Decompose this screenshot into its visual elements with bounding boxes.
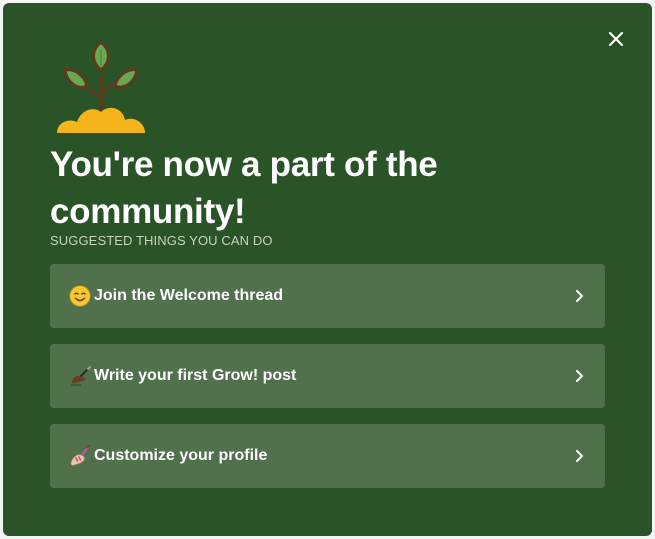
smiling-face-icon bbox=[69, 285, 91, 307]
page-title: You're now a part of the community! bbox=[50, 145, 438, 231]
write-first-post-button[interactable]: Write your first Grow! post bbox=[50, 344, 605, 408]
close-icon[interactable] bbox=[605, 28, 627, 50]
chevron-right-icon bbox=[575, 369, 585, 383]
action-label: Write your first Grow! post bbox=[94, 367, 297, 384]
chevron-right-icon bbox=[575, 449, 585, 463]
chevron-right-icon bbox=[575, 289, 585, 303]
nail-polish-icon bbox=[69, 445, 91, 467]
customize-profile-button[interactable]: Customize your profile bbox=[50, 424, 605, 488]
sprout-icon bbox=[53, 36, 149, 136]
welcome-modal: You're now a part of the community! SUGG… bbox=[3, 3, 652, 536]
writing-hand-icon bbox=[69, 365, 91, 387]
join-welcome-thread-button[interactable]: Join the Welcome thread bbox=[50, 264, 605, 328]
action-label: Join the Welcome thread bbox=[94, 287, 284, 304]
action-label: Customize your profile bbox=[94, 447, 268, 464]
section-subtitle: SUGGESTED THINGS YOU CAN DO bbox=[50, 233, 273, 248]
